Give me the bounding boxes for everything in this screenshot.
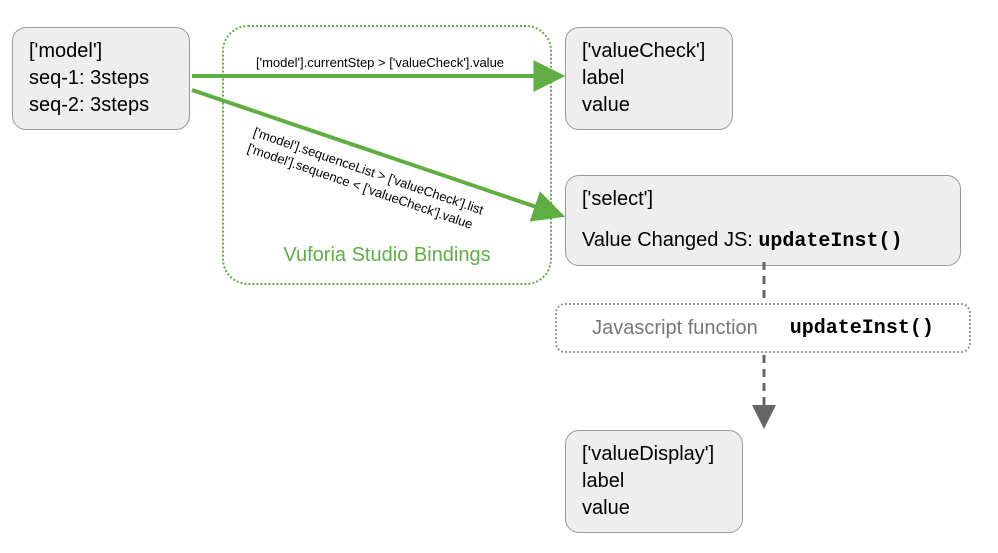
- node-select-title: ['select']: [582, 186, 944, 213]
- js-function-region: Javascript function updateInst(): [555, 303, 971, 353]
- js-caption: Javascript function: [592, 317, 758, 340]
- node-select-fn: updateInst(): [758, 230, 902, 253]
- node-valuedisplay: ['valueDisplay'] label value: [565, 430, 743, 533]
- node-valuedisplay-line1: label: [582, 468, 726, 495]
- node-valuecheck-line1: label: [582, 65, 716, 92]
- node-model-title: ['model']: [29, 38, 173, 65]
- edge-label-currentstep: ['model'].currentStep > ['valueCheck'].v…: [256, 55, 504, 70]
- bindings-caption: Vuforia Studio Bindings: [283, 244, 490, 267]
- node-valuedisplay-title: ['valueDisplay']: [582, 441, 726, 468]
- node-select: ['select'] Value Changed JS: updateInst(…: [565, 175, 961, 266]
- node-model-line2: seq-2: 3steps: [29, 92, 173, 119]
- node-select-line1: Value Changed JS: updateInst(): [582, 227, 944, 255]
- js-fn-name: updateInst(): [790, 317, 934, 340]
- node-valuecheck-line2: value: [582, 92, 716, 119]
- node-model: ['model'] seq-1: 3steps seq-2: 3steps: [12, 27, 190, 130]
- node-model-line1: seq-1: 3steps: [29, 65, 173, 92]
- node-valuecheck: ['valueCheck'] label value: [565, 27, 733, 130]
- node-valuedisplay-line2: value: [582, 495, 726, 522]
- node-valuecheck-title: ['valueCheck']: [582, 38, 716, 65]
- node-select-prefix: Value Changed JS:: [582, 229, 758, 251]
